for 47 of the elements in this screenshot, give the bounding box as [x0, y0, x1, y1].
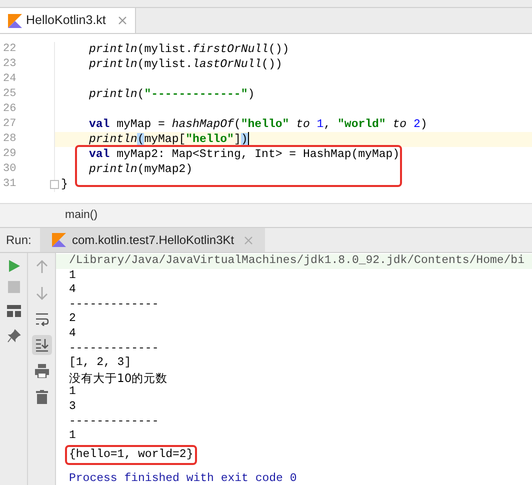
- code-line: println(myMap["hello"]): [89, 133, 248, 146]
- line-number: 29: [3, 148, 16, 160]
- console-output: 2: [69, 312, 77, 327]
- console-output: 3: [69, 400, 77, 415]
- line-number: 23: [3, 58, 16, 70]
- text-cursor: [248, 132, 249, 146]
- line-number: 27: [3, 118, 16, 130]
- console-output: 1: [69, 385, 77, 400]
- code-line: println(mylist.lastOrNull()): [89, 58, 282, 71]
- console-output: [1, 2, 3]: [69, 356, 132, 371]
- line-number: 24: [3, 73, 16, 85]
- exit-message: Process finished with exit code 0: [69, 472, 298, 485]
- line-number: 31: [3, 178, 16, 190]
- console-output: 4: [69, 283, 77, 298]
- editor-tab[interactable]: HelloKotlin3.kt: [0, 8, 136, 33]
- console-output: -------------: [69, 414, 160, 430]
- fold-icon[interactable]: [50, 180, 59, 189]
- run-icon[interactable]: [6, 259, 20, 273]
- code-line: }: [61, 178, 68, 191]
- stop-icon[interactable]: [8, 281, 20, 293]
- close-icon[interactable]: [244, 236, 254, 244]
- console-output: 1: [69, 429, 77, 444]
- layout-icon[interactable]: [6, 305, 20, 317]
- console-output: -------------: [69, 342, 160, 356]
- code-line: val myMap = hashMapOf("hello" to 1, "world" to 2): [89, 118, 428, 131]
- console-output: 没有大于10的元数: [69, 370, 169, 386]
- line-number: 22: [3, 43, 16, 55]
- code-line: println(myMap2): [89, 163, 193, 176]
- code-line: println("-------------"): [89, 88, 255, 101]
- console-output: {hello=1, world=2}: [65, 444, 198, 466]
- line-number: 28: [3, 133, 16, 145]
- line-number: 26: [3, 103, 16, 115]
- run-label: Run:: [5, 232, 32, 249]
- kotlin-file-icon: [52, 233, 66, 247]
- console-output: -------------: [69, 298, 160, 312]
- breadcrumb[interactable]: main(): [65, 206, 98, 224]
- kotlin-file-icon: [8, 14, 22, 28]
- console-output: 1: [69, 268, 77, 284]
- code-line: println(mylist.firstOrNull()): [89, 43, 290, 56]
- line-number: 30: [3, 163, 16, 175]
- console-output: 4: [69, 326, 77, 342]
- line-number: 25: [3, 88, 16, 100]
- code-line: val myMap2: Map<String, Int> = HashMap(myMap): [89, 148, 400, 161]
- pin-icon[interactable]: [6, 329, 20, 343]
- close-icon[interactable]: [118, 16, 127, 25]
- run-tab[interactable]: com.kotlin.test7.HelloKotlin3Kt: [40, 228, 266, 252]
- scroll-to-end-icon[interactable]: [32, 335, 52, 355]
